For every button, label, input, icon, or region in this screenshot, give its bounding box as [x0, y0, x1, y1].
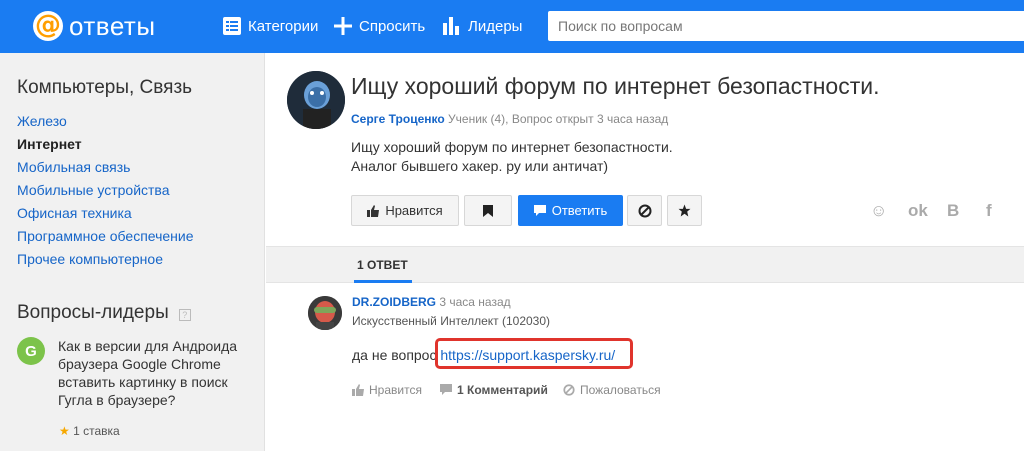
bookmark-button[interactable] [464, 195, 512, 226]
nav-leaders-label: Лидеры [468, 17, 523, 35]
category-item[interactable]: Мобильная связь [17, 156, 194, 179]
answer-link[interactable]: https://support.kaspersky.ru/ [440, 347, 615, 363]
category-item-active[interactable]: Интернет [17, 133, 194, 156]
logo[interactable]: @ ответы [33, 9, 156, 43]
nav-ask-label: Спросить [359, 17, 426, 35]
search-input[interactable] [548, 11, 1024, 41]
favorite-button[interactable] [667, 195, 702, 226]
star-icon: ★ [59, 424, 70, 438]
plus-icon [334, 17, 352, 35]
like-button[interactable]: Нравится [351, 195, 459, 226]
question-author-avatar[interactable] [287, 71, 345, 129]
share-mymail-icon[interactable]: ☺ [870, 201, 887, 221]
sidebar: Компьютеры, Связь Железо Интернет Мобиль… [0, 53, 265, 451]
logo-at-icon: @ [33, 10, 63, 41]
answer-author-link[interactable]: DR.ZOIDBERG [352, 295, 436, 309]
question-author-link[interactable]: Серге Троценко [351, 112, 445, 126]
leaders-icon [443, 17, 459, 35]
star-icon [678, 204, 691, 217]
answer-comments-button[interactable]: 1 Комментарий [440, 383, 548, 397]
thumbs-up-icon [367, 204, 380, 217]
leader-rating: ★ 1 ставка [59, 424, 120, 438]
leaders-title: Вопросы-лидеры ? [17, 302, 191, 324]
tab-underline [354, 280, 412, 283]
logo-text: ответы [69, 10, 156, 41]
block-icon [563, 384, 575, 396]
bookmark-icon [483, 204, 493, 217]
avatar: G [17, 337, 45, 365]
tab-answers[interactable]: 1 ОТВЕТ [357, 258, 408, 272]
question-title: Ищу хороший форум по интернет безопастно… [351, 73, 880, 99]
share-ok-icon[interactable]: ok [908, 201, 928, 221]
comment-icon [533, 204, 546, 216]
answer-body: да не вопрос https://support.kaspersky.r… [352, 347, 616, 363]
leader-question-text[interactable]: Как в версии для Андроида браузера Googl… [58, 337, 258, 409]
question-meta: Серге Троценко Ученик (4), Вопрос открыт… [351, 112, 669, 126]
category-item[interactable]: Офисная техника [17, 202, 194, 225]
comment-icon [440, 384, 452, 395]
nav-categories-label: Категории [248, 17, 319, 35]
category-item[interactable]: Мобильные устройства [17, 179, 194, 202]
nav-ask[interactable]: Спросить [334, 13, 425, 39]
answer-report-button[interactable]: Пожаловаться [563, 383, 661, 397]
answer-author-rank: Искусственный Интеллект (102030) [352, 314, 551, 328]
category-item[interactable]: Железо [17, 110, 194, 133]
help-icon[interactable]: ? [178, 308, 191, 321]
answer-button[interactable]: Ответить [518, 195, 623, 226]
share-facebook-icon[interactable]: f [986, 201, 992, 221]
thumbs-up-icon [352, 384, 364, 396]
category-list: Железо Интернет Мобильная связь Мобильны… [17, 110, 194, 271]
answer-like-button[interactable]: Нравится [352, 383, 422, 397]
block-icon [638, 204, 651, 217]
answer-author: DR.ZOIDBERG 3 часа назад [352, 295, 511, 309]
category-item[interactable]: Прочее компьютерное [17, 248, 194, 271]
nav-leaders[interactable]: Лидеры [443, 13, 522, 39]
answer-author-avatar[interactable] [308, 296, 342, 330]
categories-icon [223, 17, 241, 35]
category-item[interactable]: Программное обеспечение [17, 225, 194, 248]
share-vk-icon[interactable]: B [947, 201, 959, 221]
question-body: Ищу хороший форум по интернет безопастно… [351, 139, 673, 174]
block-button[interactable] [627, 195, 662, 226]
category-title: Компьютеры, Связь [17, 77, 193, 98]
nav-categories[interactable]: Категории [223, 13, 318, 39]
answers-bar: 1 ОТВЕТ [266, 246, 1024, 283]
top-bar: @ ответы Категории Спросить Лидеры [0, 0, 1024, 53]
